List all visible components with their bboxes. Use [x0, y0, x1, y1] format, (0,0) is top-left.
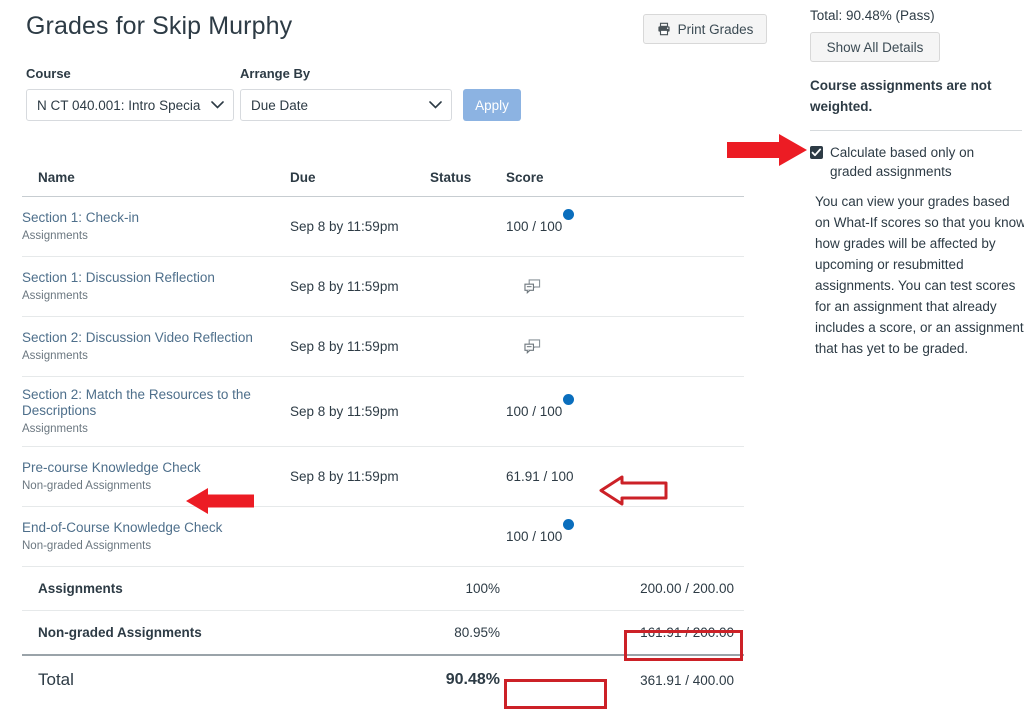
grades-table: Name Due Status Score Section 1: Check-i…	[22, 170, 744, 704]
assignment-name-cell: Section 2: Match the Resources to the De…	[22, 376, 290, 447]
chevron-down-icon	[429, 98, 442, 113]
assignment-name-cell: Section 1: Discussion Reflection Assignm…	[22, 256, 290, 317]
table-header-row: Name Due Status Score	[22, 170, 744, 197]
unread-dot-icon	[563, 394, 575, 405]
assignment-score-cell: 100 / 100	[506, 376, 744, 447]
summary-row: Assignments 100% 200.00 / 200.00	[22, 566, 744, 611]
sidebar-divider	[810, 130, 1022, 131]
assignment-group: Non-graded Assignments	[22, 539, 152, 552]
column-header-score: Score	[506, 170, 744, 197]
assignment-score-cell: 61.91 / 100	[506, 446, 744, 507]
column-header-due: Due	[290, 170, 430, 197]
table-row: End-of-Course Knowledge Check Non-graded…	[22, 506, 744, 567]
assignment-group: Assignments	[22, 349, 88, 362]
assignment-due: Sep 8 by 11:59pm	[290, 256, 430, 317]
assignment-link[interactable]: Section 2: Match the Resources to the De…	[22, 387, 290, 419]
apply-button[interactable]: Apply	[463, 89, 521, 121]
summary-row: Non-graded Assignments 80.95% 161.91 / 2…	[22, 610, 744, 656]
table-row: Section 2: Discussion Video Reflection A…	[22, 316, 744, 377]
total-percent: 90.48%	[430, 654, 506, 704]
assignment-link[interactable]: End-of-Course Knowledge Check	[22, 520, 290, 536]
filter-bar: Course Arrange By N CT 040.001: Intro Sp…	[26, 66, 521, 121]
assignment-score: 61.91 / 100	[506, 469, 574, 484]
summary-score: 161.91 / 200.00	[506, 610, 744, 656]
summary-group-name: Non-graded Assignments	[22, 610, 290, 656]
summary-score: 200.00 / 200.00	[506, 566, 744, 611]
arrange-by-select-value: Due Date	[251, 97, 309, 113]
assignment-due: Sep 8 by 11:59pm	[290, 316, 430, 377]
assignment-status	[430, 316, 506, 377]
unread-dot-icon	[563, 209, 575, 220]
assignment-due: Sep 8 by 11:59pm	[290, 446, 430, 507]
assignment-score: 100 / 100	[506, 404, 563, 419]
total-row: Total 90.48% 361.91 / 400.00	[22, 654, 744, 704]
assignment-due: Sep 8 by 11:59pm	[290, 196, 430, 257]
table-row: Section 1: Discussion Reflection Assignm…	[22, 256, 744, 317]
assignment-due: Sep 8 by 11:59pm	[290, 376, 430, 447]
discussion-icon[interactable]	[506, 278, 744, 295]
total-label: Total	[22, 654, 290, 704]
assignment-status	[430, 446, 506, 507]
assignment-score: 100 / 100	[506, 219, 563, 234]
summary-percent: 100%	[430, 566, 506, 611]
assignment-due	[290, 506, 430, 567]
page-title: Grades for Skip Murphy	[26, 12, 293, 40]
assignment-score-cell: 100 / 100	[506, 506, 744, 567]
assignment-name-cell: End-of-Course Knowledge Check Non-graded…	[22, 506, 290, 567]
course-label: Course	[26, 66, 71, 81]
course-select-value: N CT 040.001: Intro Specia	[37, 97, 201, 113]
assignment-link[interactable]: Section 1: Check-in	[22, 210, 290, 226]
arrange-by-select[interactable]: Due Date	[240, 89, 452, 121]
summary-percent: 80.95%	[430, 610, 506, 656]
printer-icon	[657, 22, 671, 36]
main-content: Grades for Skip Murphy Print Grades Cour…	[0, 0, 790, 717]
assignment-status	[430, 376, 506, 447]
table-row: Section 1: Check-in Assignments Sep 8 by…	[22, 196, 744, 257]
assignment-group: Non-graded Assignments	[22, 479, 152, 492]
assignment-score-cell	[506, 256, 744, 317]
course-select[interactable]: N CT 040.001: Intro Specia	[26, 89, 234, 121]
assignment-link[interactable]: Pre-course Knowledge Check	[22, 460, 290, 476]
arrange-by-label: Arrange By	[240, 66, 311, 81]
assignment-group: Assignments	[22, 289, 88, 302]
calculate-graded-only-row[interactable]: Calculate based only on graded assignmen…	[810, 143, 1016, 181]
assignment-link[interactable]: Section 1: Discussion Reflection	[22, 270, 290, 286]
assignment-status	[430, 196, 506, 257]
assignment-group: Assignments	[22, 422, 88, 435]
chevron-down-icon	[211, 98, 224, 113]
column-header-status: Status	[430, 170, 506, 197]
calculate-graded-only-checkbox[interactable]	[810, 146, 823, 159]
assignment-link[interactable]: Section 2: Discussion Video Reflection	[22, 330, 290, 346]
assignment-name-cell: Section 1: Check-in Assignments	[22, 196, 290, 257]
summary-group-name: Assignments	[22, 566, 290, 611]
show-all-details-button[interactable]: Show All Details	[810, 32, 940, 62]
what-if-description: You can view your grades based on What-I…	[815, 194, 1024, 356]
print-grades-label: Print Grades	[677, 21, 754, 37]
table-row: Section 2: Match the Resources to the De…	[22, 376, 744, 447]
assignment-score-cell: 100 / 100	[506, 196, 744, 257]
column-header-name: Name	[22, 170, 290, 197]
total-score: 361.91 / 400.00	[506, 654, 744, 704]
grades-sidebar: Total: 90.48% (Pass) Show All Details Co…	[806, 8, 1024, 359]
calculate-graded-only-label: Calculate based only on graded assignmen…	[830, 145, 975, 179]
assignment-name-cell: Pre-course Knowledge Check Non-graded As…	[22, 446, 290, 507]
print-grades-button[interactable]: Print Grades	[643, 14, 767, 44]
table-row: Pre-course Knowledge Check Non-graded As…	[22, 446, 744, 507]
sidebar-total-line: Total: 90.48% (Pass)	[810, 8, 935, 23]
assignment-status	[430, 256, 506, 317]
assignment-name-cell: Section 2: Discussion Video Reflection A…	[22, 316, 290, 377]
unread-dot-icon	[563, 519, 575, 530]
assignment-group: Assignments	[22, 229, 88, 242]
discussion-icon[interactable]	[506, 338, 744, 355]
assignment-status	[430, 506, 506, 567]
weight-note: Course assignments are not weighted.	[810, 78, 992, 114]
grades-page: Grades for Skip Murphy Print Grades Cour…	[0, 0, 1024, 717]
assignment-score: 100 / 100	[506, 529, 563, 544]
assignment-score-cell	[506, 316, 744, 377]
